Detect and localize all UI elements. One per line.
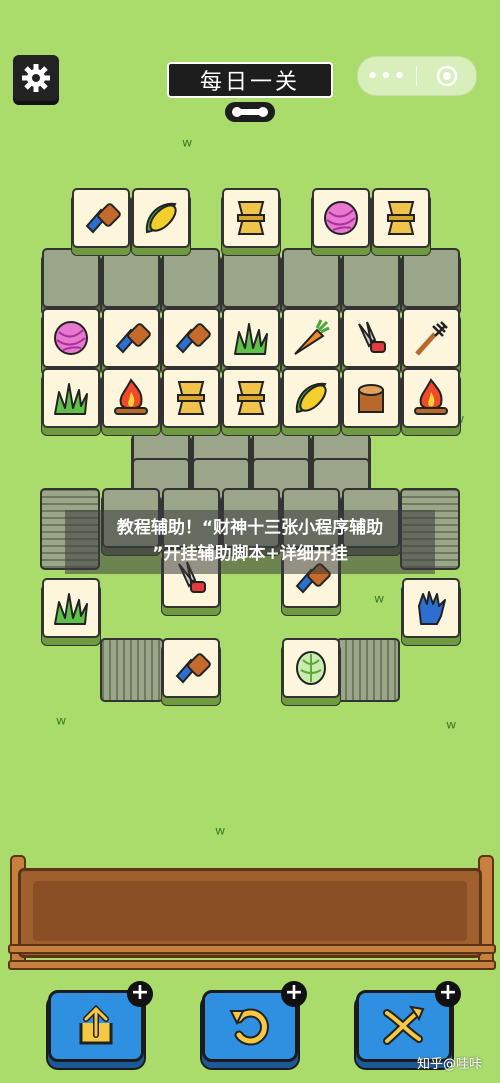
tile-yarn[interactable] xyxy=(312,188,370,248)
tile-grass[interactable] xyxy=(42,578,100,638)
tray-slots xyxy=(33,881,467,941)
glove-icon xyxy=(409,586,453,630)
gear-icon xyxy=(22,64,50,92)
tile-wheat[interactable] xyxy=(162,368,220,428)
arrow-up-out-icon xyxy=(79,1004,113,1045)
tile-covered xyxy=(282,248,340,308)
add-badge: + xyxy=(127,981,153,1007)
tile-stump[interactable] xyxy=(342,368,400,428)
grass-icon xyxy=(49,376,93,420)
tile-brush[interactable] xyxy=(72,188,130,248)
banner-line-2: ”开挂辅助脚本+详细开挂 xyxy=(152,544,348,564)
tile-covered xyxy=(222,248,280,308)
tile-grass[interactable] xyxy=(42,368,100,428)
tile-corn[interactable] xyxy=(282,368,340,428)
tile-shears[interactable] xyxy=(342,308,400,368)
shears-icon xyxy=(349,316,393,360)
tile-wheat[interactable] xyxy=(222,188,280,248)
settings-button[interactable] xyxy=(13,55,59,101)
grass-icon xyxy=(229,316,273,360)
wheat-icon xyxy=(379,196,423,240)
add-badge: + xyxy=(435,981,461,1007)
tile-grass[interactable] xyxy=(222,308,280,368)
grass-icon xyxy=(49,586,93,630)
tile-covered xyxy=(162,248,220,308)
yarn-icon xyxy=(319,196,363,240)
grass-decoration: ʷ xyxy=(56,712,67,736)
add-badge: + xyxy=(281,981,307,1007)
grass-decoration: ʷ xyxy=(446,716,457,740)
wheat-icon xyxy=(229,376,273,420)
garden-fork-icon xyxy=(409,316,453,360)
brush-icon xyxy=(79,196,123,240)
shuffle-button[interactable]: + xyxy=(356,981,461,1062)
tile-glove[interactable] xyxy=(402,578,460,638)
campfire-icon xyxy=(409,376,453,420)
tile-brush[interactable] xyxy=(162,638,220,698)
more-menu-button[interactable]: ••• xyxy=(358,66,416,87)
tile-corn[interactable] xyxy=(132,188,190,248)
tile-covered xyxy=(402,248,460,308)
bone-icon xyxy=(225,102,275,122)
fence-rail xyxy=(8,944,496,954)
tile-covered xyxy=(42,248,100,308)
tile-cabbage[interactable] xyxy=(282,638,340,698)
tile-wheat[interactable] xyxy=(372,188,430,248)
tile-brush[interactable] xyxy=(162,308,220,368)
wheat-icon xyxy=(169,376,213,420)
tile-stack-bottom-right xyxy=(336,638,400,702)
tree-stump-icon xyxy=(349,376,393,420)
corn-icon xyxy=(139,196,183,240)
grass-decoration: ʷ xyxy=(374,590,385,614)
shuffle-icon xyxy=(383,1005,425,1045)
undo-button[interactable]: + xyxy=(202,981,307,1062)
article-title-banner: 教程辅助！“财神十三张小程序辅助 ”开挂辅助脚本+详细开挂 xyxy=(65,510,435,574)
tile-fire[interactable] xyxy=(102,368,160,428)
undo-icon xyxy=(229,1008,269,1046)
brush-icon xyxy=(169,646,213,690)
move-out-button[interactable]: + xyxy=(48,981,153,1062)
grass-decoration: ʷ xyxy=(215,822,226,846)
fence-rail xyxy=(8,960,496,970)
brush-icon xyxy=(169,316,213,360)
tile-fire[interactable] xyxy=(402,368,460,428)
tile-carrot[interactable] xyxy=(282,308,340,368)
tile-covered xyxy=(342,248,400,308)
close-program-button[interactable] xyxy=(417,65,476,87)
banner-line-1: 教程辅助！“财神十三张小程序辅助 xyxy=(116,518,384,538)
level-title: 每日一关 xyxy=(167,62,333,98)
tile-yarn[interactable] xyxy=(42,308,100,368)
tile-wheat[interactable] xyxy=(222,368,280,428)
brush-icon xyxy=(109,316,153,360)
mini-program-capsule: ••• xyxy=(357,56,477,96)
tile-covered xyxy=(102,248,160,308)
cabbage-icon xyxy=(289,646,333,690)
campfire-icon xyxy=(109,376,153,420)
tile-stack-bottom-left xyxy=(100,638,164,702)
carrot-icon xyxy=(289,316,333,360)
tile-brush[interactable] xyxy=(102,308,160,368)
yarn-icon xyxy=(49,316,93,360)
wheat-icon xyxy=(229,196,273,240)
target-close-icon xyxy=(436,65,457,87)
tile-fork[interactable] xyxy=(402,308,460,368)
grass-decoration: ʷ xyxy=(182,134,193,158)
corn-icon xyxy=(289,376,333,420)
watermark-text: 知乎@哇咔 xyxy=(416,1057,482,1072)
